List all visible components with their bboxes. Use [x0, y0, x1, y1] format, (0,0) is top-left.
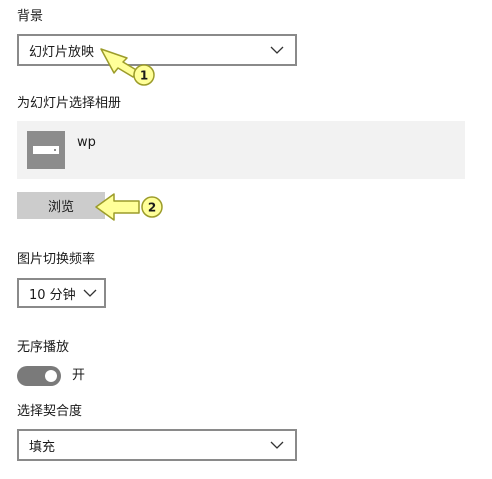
album-section-label: 为幻灯片选择相册	[17, 96, 122, 111]
background-dropdown-value: 幻灯片放映	[29, 44, 95, 60]
interval-dropdown[interactable]: 10 分钟	[17, 278, 106, 308]
shuffle-toggle[interactable]	[17, 366, 61, 386]
shuffle-state-label: 开	[72, 368, 86, 383]
callout-arrow-2: 2	[95, 193, 163, 221]
drive-icon	[33, 146, 59, 154]
fit-label: 选择契合度	[17, 404, 83, 419]
interval-label: 图片切换频率	[17, 252, 96, 267]
toggle-knob	[45, 370, 57, 382]
fit-dropdown[interactable]: 填充	[17, 429, 297, 461]
callout-arrow-shape-1	[100, 48, 139, 78]
callout-number-2: 2	[148, 201, 156, 215]
album-name: wp	[77, 135, 96, 150]
callout-number-1: 1	[140, 69, 148, 83]
interval-dropdown-value: 10 分钟	[29, 287, 76, 303]
chevron-down-icon	[269, 440, 285, 450]
album-item[interactable]: wp	[17, 121, 465, 179]
fit-dropdown-value: 填充	[29, 439, 56, 455]
chevron-down-icon	[269, 45, 285, 55]
callout-arrow-1: 1	[100, 48, 155, 86]
folder-thumbnail	[27, 131, 65, 169]
browse-button[interactable]: 浏览	[17, 192, 105, 219]
shuffle-label: 无序播放	[17, 340, 70, 355]
chevron-down-icon	[82, 288, 98, 298]
callout-arrow-shape-2	[95, 193, 140, 221]
background-label: 背景	[17, 9, 44, 24]
